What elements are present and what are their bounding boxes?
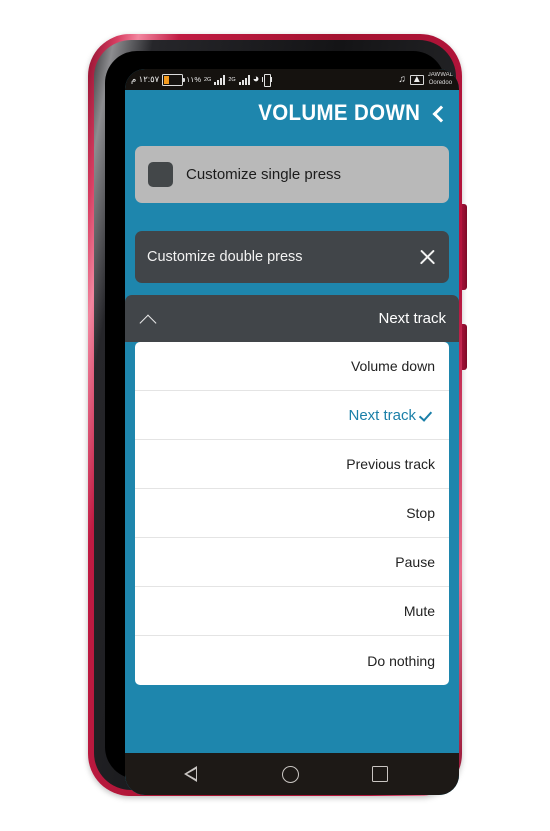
checkmark-icon bbox=[420, 408, 435, 423]
action-dropdown-toggle[interactable]: Next track bbox=[125, 295, 459, 342]
square-block-icon bbox=[148, 162, 173, 187]
list-item[interactable]: Volume down bbox=[135, 342, 449, 391]
app-content: VOLUME DOWN Customize single press Custo… bbox=[125, 90, 459, 795]
option-label: Volume down bbox=[350, 358, 435, 374]
option-label: Do nothing bbox=[367, 652, 435, 669]
list-item[interactable]: Previous track bbox=[135, 440, 449, 489]
carrier-line-1: JAWWAL bbox=[427, 72, 453, 78]
sim1-network-label: 2G bbox=[203, 76, 212, 83]
android-navigation-bar bbox=[125, 753, 459, 795]
close-x-icon[interactable] bbox=[418, 248, 437, 267]
carrier-name: JAWWAL Ooredoo bbox=[428, 72, 453, 87]
customize-double-press-card[interactable]: Customize double press bbox=[135, 231, 449, 283]
list-item[interactable]: Next track bbox=[135, 391, 449, 440]
list-item[interactable]: Mute bbox=[135, 587, 449, 636]
app-header: VOLUME DOWN bbox=[125, 90, 459, 138]
dropdown-selected-value: Next track bbox=[378, 310, 446, 327]
action-option-list[interactable]: Volume down Next track Previous track St… bbox=[135, 342, 449, 685]
option-label: Pause bbox=[395, 554, 435, 570]
status-bar-left: ١٢:٥٧ م ١١% 2G 2G ◕ bbox=[131, 73, 272, 87]
signal-bars-icon bbox=[238, 75, 250, 85]
content-spacer bbox=[125, 685, 459, 753]
status-bar: ١٢:٥٧ م ١١% 2G 2G ◕ ♫ ▲ JAWWAL Ooredoo bbox=[125, 69, 459, 90]
phone-frame-outer: ١٢:٥٧ م ١١% 2G 2G ◕ ♫ ▲ JAWWAL Ooredoo V… bbox=[88, 34, 462, 796]
vibrate-icon bbox=[262, 74, 272, 87]
list-item[interactable]: Do nothing bbox=[135, 636, 449, 685]
option-label: Previous track bbox=[346, 456, 435, 472]
status-bar-right: ♫ ▲ JAWWAL Ooredoo bbox=[398, 72, 453, 87]
page-title: VOLUME DOWN bbox=[257, 100, 420, 125]
sim2-network-label: 2G bbox=[228, 76, 236, 83]
wifi-icon: ◕ bbox=[252, 73, 260, 85]
carrier-line-2: Ooredoo bbox=[428, 79, 453, 86]
phone-device: ١٢:٥٧ م ١١% 2G 2G ◕ ♫ ▲ JAWWAL Ooredoo V… bbox=[88, 34, 467, 796]
chevron-left-icon[interactable] bbox=[430, 105, 447, 122]
battery-percent-label: ١١% bbox=[186, 75, 201, 84]
list-item[interactable]: Stop bbox=[135, 489, 449, 538]
battery-icon bbox=[162, 73, 186, 86]
phone-screen: ١٢:٥٧ م ١١% 2G 2G ◕ ♫ ▲ JAWWAL Ooredoo V… bbox=[125, 69, 459, 795]
double-press-label: Customize double press bbox=[147, 249, 303, 265]
image-icon: ▲ bbox=[409, 73, 424, 85]
recents-square-icon[interactable] bbox=[372, 766, 389, 782]
phone-frame-inner: ١٢:٥٧ م ١١% 2G 2G ◕ ♫ ▲ JAWWAL Ooredoo V… bbox=[94, 40, 459, 795]
list-item[interactable]: Pause bbox=[135, 538, 449, 587]
music-note-icon: ♫ bbox=[398, 74, 406, 85]
single-press-label: Customize single press bbox=[186, 166, 342, 183]
home-circle-icon[interactable] bbox=[281, 765, 299, 783]
status-time: ١٢:٥٧ م bbox=[131, 74, 160, 84]
chevron-up-icon[interactable] bbox=[138, 313, 158, 325]
option-label: Stop bbox=[406, 505, 435, 521]
signal-bars-icon bbox=[214, 75, 226, 85]
phone-bezel: ١٢:٥٧ م ١١% 2G 2G ◕ ♫ ▲ JAWWAL Ooredoo V… bbox=[105, 51, 459, 795]
customize-single-press-card[interactable]: Customize single press bbox=[135, 146, 449, 203]
back-triangle-icon[interactable] bbox=[183, 766, 209, 782]
option-label: Next track bbox=[348, 406, 416, 424]
option-label: Mute bbox=[403, 603, 435, 619]
